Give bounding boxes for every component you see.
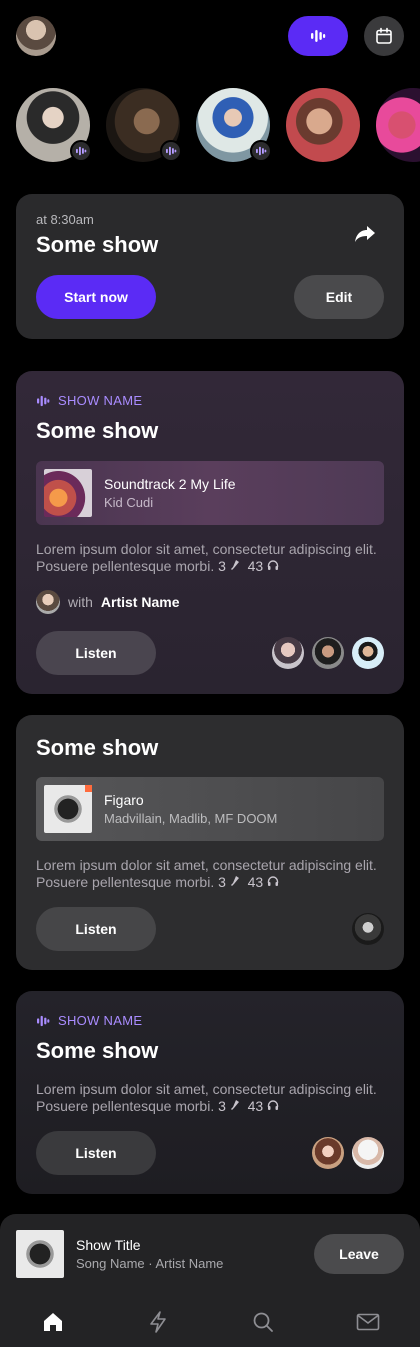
tab-activity[interactable]: [105, 1296, 210, 1347]
mic-count: 3: [218, 874, 226, 890]
live-indicator: [160, 140, 182, 162]
listener-count: 43: [247, 1098, 264, 1114]
mic-count: 3: [218, 1098, 226, 1114]
story-avatar[interactable]: [196, 88, 272, 162]
cover-badge: [85, 785, 92, 792]
scheduled-show-card: at 8:30am Some show Start now Edit: [16, 194, 404, 339]
track-title: Figaro: [104, 792, 144, 808]
host-row: with Artist Name: [36, 590, 180, 614]
search-icon: [253, 1312, 273, 1332]
live-audio-button[interactable]: [288, 16, 348, 56]
album-cover: [44, 469, 92, 517]
edit-button[interactable]: Edit: [294, 275, 384, 319]
listener-avatars: [312, 1137, 384, 1169]
listener-avatar[interactable]: [312, 1137, 344, 1169]
listener-avatars: [272, 637, 384, 669]
show-stats: 3 43: [218, 874, 279, 890]
with-prefix: with: [68, 594, 93, 610]
show-title: Some show: [36, 232, 159, 257]
live-indicator: [250, 140, 272, 162]
description-text: Lorem ipsum dolor sit amet, consectetur …: [36, 1081, 377, 1114]
leave-button[interactable]: Leave: [314, 1234, 404, 1274]
show-title: Some show: [36, 735, 159, 760]
show-description: Lorem ipsum dolor sit amet, consectetur …: [36, 857, 388, 891]
microphone-icon: [230, 560, 239, 570]
scheduled-time: at 8:30am: [36, 212, 94, 227]
top-bar: [0, 0, 420, 72]
show-label-text: SHOW NAME: [58, 1013, 143, 1028]
start-now-button[interactable]: Start now: [36, 275, 156, 319]
share-icon[interactable]: [354, 224, 376, 244]
story-avatar[interactable]: [376, 88, 420, 162]
listen-button[interactable]: Listen: [36, 1131, 156, 1175]
listener-avatar[interactable]: [352, 913, 384, 945]
description-text: Lorem ipsum dolor sit amet, consectetur …: [36, 857, 377, 890]
headphones-icon: [267, 876, 279, 886]
show-stats: 3 43: [218, 558, 279, 574]
host-avatar: [36, 590, 60, 614]
listen-button[interactable]: Listen: [36, 907, 156, 951]
tab-home[interactable]: [0, 1296, 105, 1347]
listener-avatar[interactable]: [312, 637, 344, 669]
listener-avatar[interactable]: [352, 1137, 384, 1169]
live-stories-row: [16, 88, 420, 164]
show-description: Lorem ipsum dolor sit amet, consectetur …: [36, 541, 388, 575]
listen-button[interactable]: Listen: [36, 631, 156, 675]
show-card[interactable]: SHOW NAME Some show Soundtrack 2 My Life…: [16, 371, 404, 694]
story-avatar[interactable]: [16, 88, 92, 162]
listener-avatar[interactable]: [352, 637, 384, 669]
now-playing-cover: [16, 1230, 64, 1278]
now-playing-title: Show Title: [76, 1237, 141, 1253]
headphones-icon: [267, 560, 279, 570]
description-text: Lorem ipsum dolor sit amet, consectetur …: [36, 541, 377, 574]
show-card[interactable]: Some show Figaro Madvillain, Madlib, MF …: [16, 715, 404, 970]
story-avatar[interactable]: [106, 88, 182, 162]
track-artist: Kid Cudi: [104, 495, 154, 510]
show-stats: 3 43: [218, 1098, 279, 1114]
audio-wave-icon: [37, 395, 50, 406]
lightning-icon: [149, 1310, 166, 1333]
listener-count: 43: [247, 874, 264, 890]
show-label-text: SHOW NAME: [58, 393, 143, 408]
calendar-button[interactable]: [364, 16, 404, 56]
audio-wave-icon: [76, 146, 87, 156]
mic-count: 3: [218, 558, 226, 574]
live-indicator: [70, 140, 92, 162]
show-title: Some show: [36, 418, 159, 443]
tab-search[interactable]: [210, 1296, 315, 1347]
listener-avatars: [352, 913, 384, 945]
listener-avatar[interactable]: [272, 637, 304, 669]
now-playing-bar[interactable]: Show Title Song Name · Artist Name Leave: [0, 1214, 420, 1296]
show-label: SHOW NAME: [36, 1013, 142, 1028]
microphone-icon: [230, 1100, 239, 1110]
audio-wave-icon: [37, 1015, 50, 1026]
show-description: Lorem ipsum dolor sit amet, consectetur …: [36, 1081, 388, 1115]
track-title: Soundtrack 2 My Life: [104, 476, 236, 492]
show-title: Some show: [36, 1038, 159, 1063]
story-avatar[interactable]: [286, 88, 360, 162]
show-card[interactable]: SHOW NAME Some show Lorem ipsum dolor si…: [16, 991, 404, 1194]
audio-wave-icon: [311, 30, 326, 42]
artist-name[interactable]: Artist Name: [101, 594, 180, 610]
audio-wave-icon: [166, 146, 177, 156]
profile-avatar[interactable]: [16, 16, 56, 56]
headphones-icon: [267, 1100, 279, 1110]
album-cover: [44, 785, 92, 833]
tab-messages[interactable]: [315, 1296, 420, 1347]
mail-icon: [356, 1313, 379, 1330]
audio-wave-icon: [256, 146, 267, 156]
listener-count: 43: [247, 558, 264, 574]
show-label: SHOW NAME: [36, 393, 142, 408]
microphone-icon: [230, 876, 239, 886]
track-card[interactable]: Soundtrack 2 My Life Kid Cudi: [36, 461, 384, 525]
home-icon: [43, 1312, 62, 1331]
calendar-icon: [376, 27, 392, 44]
now-playing-subtitle: Song Name · Artist Name: [76, 1256, 224, 1271]
bottom-tab-bar: [0, 1296, 420, 1347]
track-card[interactable]: Figaro Madvillain, Madlib, MF DOOM: [36, 777, 384, 841]
track-artist: Madvillain, Madlib, MF DOOM: [104, 811, 278, 826]
